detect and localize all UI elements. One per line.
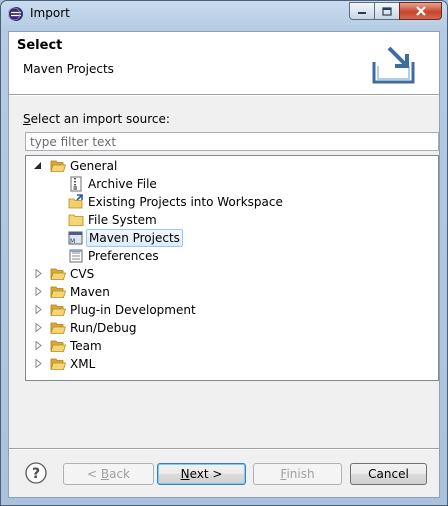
page-title: Select: [17, 38, 63, 53]
tree-item-plugin-development[interactable]: Plug-in Development: [26, 301, 436, 319]
maximize-icon: [382, 6, 392, 16]
collapsed-arrow-icon[interactable]: [34, 287, 43, 296]
wizard-header: Select Maven Projects: [9, 32, 439, 95]
tree-item-maven-projects[interactable]: M Maven Projects: [26, 229, 436, 247]
collapsed-arrow-icon[interactable]: [34, 305, 43, 314]
tree-item-label: General: [70, 159, 118, 173]
import-wizard-icon: [372, 46, 415, 84]
tree-item-label: Run/Debug: [70, 321, 137, 335]
window-title: Import: [30, 6, 70, 20]
eclipse-icon: [8, 7, 23, 21]
folder-open-icon: [50, 160, 66, 172]
page-subtitle: Maven Projects: [23, 62, 114, 76]
cancel-button[interactable]: Cancel: [350, 463, 427, 485]
tree-item-xml[interactable]: XML: [26, 355, 436, 373]
collapsed-arrow-icon[interactable]: [34, 359, 43, 368]
tree-item-label: XML: [70, 357, 96, 371]
tree-item-file-system[interactable]: File System: [26, 211, 436, 229]
maven-projects-icon: M: [68, 231, 83, 245]
folder-open-icon: [50, 322, 66, 334]
expanded-arrow-icon[interactable]: [33, 161, 42, 170]
close-button[interactable]: [399, 2, 442, 20]
existing-projects-icon: [68, 194, 83, 209]
title-bar[interactable]: Import: [1, 1, 447, 27]
tree-item-preferences[interactable]: Preferences: [26, 247, 436, 265]
collapsed-arrow-icon[interactable]: [34, 269, 43, 278]
svg-text:?: ?: [32, 466, 40, 482]
collapsed-arrow-icon[interactable]: [34, 323, 43, 332]
collapsed-arrow-icon[interactable]: [34, 341, 43, 350]
tree-item-general[interactable]: General: [26, 157, 436, 175]
tree-item-team[interactable]: Team: [26, 337, 436, 355]
tree-item-label: Preferences: [88, 249, 159, 263]
tree-item-run-debug[interactable]: Run/Debug: [26, 319, 436, 337]
tree-item-label: Existing Projects into Workspace: [88, 195, 283, 209]
import-source-tree[interactable]: General Archive File Existing Projects i…: [25, 155, 439, 381]
tree-item-label: Archive File: [88, 177, 157, 191]
footer-divider-highlight: [9, 449, 439, 450]
dialog-body: Select Maven Projects Select an import s…: [8, 31, 440, 498]
import-dialog: Import Select Maven Projects Select an i…: [0, 0, 448, 506]
tree-item-label: File System: [88, 213, 157, 227]
finish-button[interactable]: Finish: [253, 463, 342, 485]
tree-item-archive-file[interactable]: Archive File: [26, 175, 436, 193]
folder-open-icon: [50, 286, 66, 298]
header-divider: [9, 95, 439, 96]
tree-item-label: Maven Projects: [86, 229, 183, 247]
folder-open-icon: [50, 340, 66, 352]
help-icon[interactable]: ?: [25, 462, 47, 484]
tree-item-label: Maven: [70, 285, 110, 299]
folder-icon: [68, 214, 84, 226]
minimize-icon: [358, 12, 366, 14]
back-button[interactable]: < Back: [63, 463, 154, 485]
next-button[interactable]: Next >: [157, 463, 246, 485]
tree-item-maven[interactable]: Maven: [26, 283, 436, 301]
maximize-button[interactable]: [374, 2, 400, 20]
folder-open-icon: [50, 358, 66, 370]
folder-open-icon: [50, 304, 66, 316]
close-icon: [415, 6, 426, 16]
tree-item-existing-projects[interactable]: Existing Projects into Workspace: [26, 193, 436, 211]
tree-item-label: Plug-in Development: [70, 303, 196, 317]
filter-input[interactable]: [25, 132, 439, 151]
minimize-button[interactable]: [349, 2, 375, 20]
folder-open-icon: [50, 268, 66, 280]
import-source-label: Select an import source:: [23, 112, 170, 126]
tree-item-label: Team: [70, 339, 102, 353]
preferences-icon: [69, 249, 83, 263]
tree-item-cvs[interactable]: CVS: [26, 265, 436, 283]
archive-file-icon: [70, 176, 82, 192]
tree-item-label: CVS: [70, 267, 95, 281]
svg-text:M: M: [70, 238, 75, 245]
